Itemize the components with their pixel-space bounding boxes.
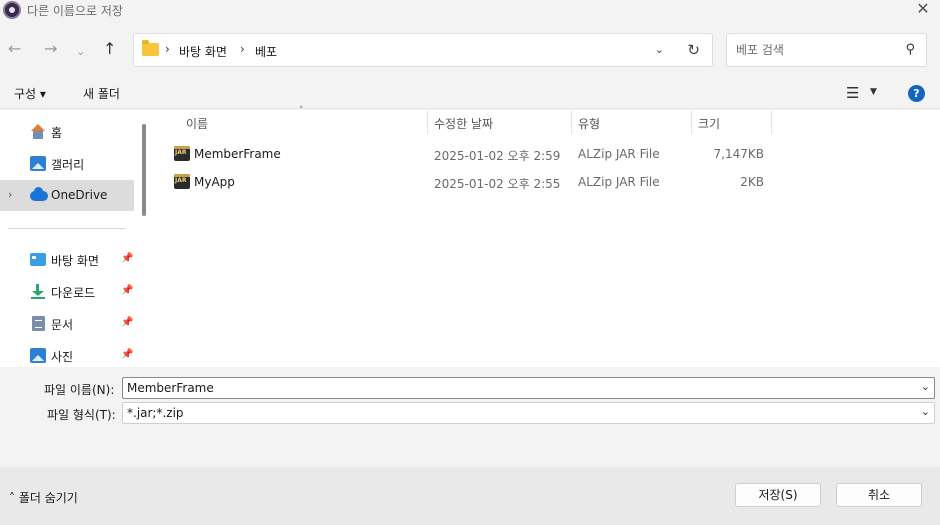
- file-type: ALZip JAR File: [578, 175, 660, 189]
- breadcrumb-desktop[interactable]: 바탕 화면: [179, 43, 227, 60]
- forward-button[interactable]: →: [44, 39, 57, 59]
- jar-file-icon: [174, 146, 190, 161]
- sidebar-item-onedrive[interactable]: › OneDrive: [0, 180, 134, 211]
- onedrive-icon: [30, 187, 48, 201]
- gallery-icon: [30, 156, 46, 171]
- search-box[interactable]: ⚲: [726, 33, 927, 67]
- search-icon[interactable]: ⚲: [905, 42, 915, 57]
- file-list[interactable]: ˄ 이름 수정한 날짜 유형 크기 MemberFrame 2025-01-02…: [152, 106, 940, 367]
- desktop-icon: [30, 253, 46, 266]
- file-row[interactable]: MemberFrame 2025-01-02 오후 2:59 ALZip JAR…: [172, 142, 772, 166]
- pictures-icon: [30, 348, 46, 363]
- save-button[interactable]: 저장(S): [735, 483, 821, 507]
- filename-combobox[interactable]: ⌄: [122, 377, 935, 399]
- pin-icon: 📌: [121, 253, 134, 264]
- sidebar-item-label: 갤러리: [51, 158, 85, 172]
- view-dropdown-icon[interactable]: ▼: [870, 87, 877, 97]
- window-title: 다른 이름으로 저장: [27, 4, 123, 18]
- pin-icon: 📌: [121, 317, 134, 328]
- save-form: 파일 이름(N): ⌄ 파일 형식(T): ⌄: [0, 367, 940, 467]
- sidebar-item-downloads[interactable]: 다운로드 📌: [0, 276, 134, 307]
- new-folder-button[interactable]: 새 폴더: [83, 85, 120, 102]
- title-bar: 다른 이름으로 저장 ✕: [0, 0, 940, 22]
- file-size: 2KB: [740, 175, 764, 189]
- filename-input[interactable]: [127, 381, 907, 395]
- breadcrumb-separator: ›: [165, 42, 170, 56]
- chevron-down-icon[interactable]: ⌄: [921, 380, 930, 393]
- chevron-down-icon[interactable]: ⌄: [921, 405, 930, 418]
- recent-locations-button[interactable]: ⌄: [76, 42, 85, 62]
- breadcrumb-folder[interactable]: 베포: [255, 43, 277, 60]
- sidebar-item-label: 사진: [51, 350, 74, 364]
- sidebar-scrollbar-thumb[interactable]: [142, 124, 146, 216]
- documents-icon: [32, 316, 45, 331]
- file-name: MemberFrame: [194, 147, 281, 161]
- download-icon: [30, 284, 46, 299]
- jar-file-icon: [174, 174, 190, 189]
- sidebar-item-label: 문서: [51, 318, 74, 332]
- sidebar-divider: [8, 228, 126, 229]
- sidebar-item-label: 홈: [51, 126, 63, 140]
- pin-icon: 📌: [121, 285, 134, 296]
- sidebar-item-label: 바탕 화면: [51, 254, 99, 268]
- breadcrumb-separator: ›: [240, 42, 245, 56]
- home-icon: [30, 124, 46, 139]
- organize-button[interactable]: 구성 ▾: [14, 85, 46, 102]
- sidebar-item-desktop[interactable]: 바탕 화면 📌: [0, 244, 134, 275]
- file-date: 2025-01-02 오후 2:55: [434, 177, 561, 191]
- help-icon[interactable]: ?: [908, 85, 925, 102]
- column-header-name[interactable]: 이름: [180, 110, 428, 134]
- sidebar-item-documents[interactable]: 문서 📌: [0, 308, 134, 339]
- file-size: 7,147KB: [713, 147, 764, 161]
- column-header-date[interactable]: 수정한 날짜: [428, 110, 572, 134]
- column-header-type[interactable]: 유형: [572, 110, 692, 134]
- folder-icon: [142, 40, 159, 56]
- pin-icon: 📌: [121, 349, 134, 360]
- up-button[interactable]: ↑: [103, 39, 116, 59]
- file-row[interactable]: MyApp 2025-01-02 오후 2:55 ALZip JAR File …: [172, 170, 772, 194]
- search-input[interactable]: [736, 42, 896, 58]
- chevron-down-icon[interactable]: ⌄: [655, 43, 664, 56]
- command-bar: 구성 ▾ 새 폴더 ☰ ▼ ?: [0, 78, 940, 109]
- sidebar-item-label: OneDrive: [51, 188, 108, 202]
- view-options-icon[interactable]: ☰: [846, 84, 859, 102]
- sidebar-item-pictures[interactable]: 사진 📌: [0, 340, 134, 367]
- filetype-label: 파일 형식(T):: [47, 408, 116, 422]
- close-button[interactable]: ✕: [914, 0, 932, 18]
- filename-label: 파일 이름(N):: [44, 383, 115, 397]
- file-type: ALZip JAR File: [578, 147, 660, 161]
- hide-folders-button[interactable]: ˄ 폴더 숨기기: [9, 489, 78, 506]
- chevron-right-icon[interactable]: ›: [8, 188, 12, 201]
- dialog-footer: ˄ 폴더 숨기기 저장(S) 취소: [0, 467, 940, 525]
- sidebar-item-home[interactable]: 홈: [0, 116, 134, 147]
- column-header-size[interactable]: 크기: [692, 110, 772, 134]
- sidebar-item-label: 다운로드: [51, 286, 96, 300]
- navigation-pane[interactable]: 홈 갤러리 › OneDrive 바탕 화면 📌 다운로드 📌 문서 📌 사진 …: [0, 110, 152, 367]
- app-icon: [3, 1, 21, 19]
- address-bar[interactable]: › 바탕 화면 › 베포 ⌄ ↻: [133, 33, 713, 67]
- navigation-bar: ← → ⌄ ↑ › 바탕 화면 › 베포 ⌄ ↻ ⚲: [0, 22, 940, 78]
- back-button[interactable]: ←: [8, 39, 21, 59]
- filetype-select[interactable]: ⌄: [122, 402, 935, 424]
- cancel-button[interactable]: 취소: [836, 483, 922, 507]
- file-name: MyApp: [194, 175, 235, 189]
- refresh-icon[interactable]: ↻: [687, 41, 700, 59]
- file-date: 2025-01-02 오후 2:59: [434, 149, 561, 163]
- filetype-value[interactable]: [127, 406, 907, 420]
- sidebar-item-gallery[interactable]: 갤러리: [0, 148, 134, 179]
